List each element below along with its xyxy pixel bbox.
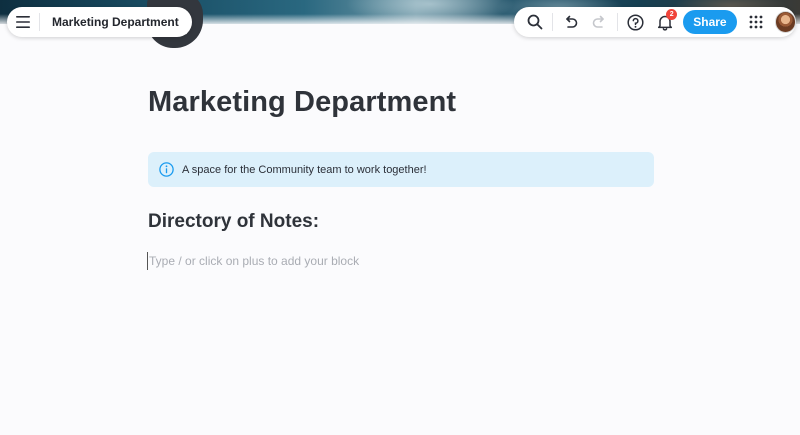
menu-icon <box>16 16 30 28</box>
apps-button[interactable] <box>742 7 771 37</box>
redo-icon <box>592 15 604 28</box>
avatar[interactable] <box>774 11 797 33</box>
block-input[interactable] <box>147 252 567 270</box>
callout[interactable]: A space for the Community team to work t… <box>148 152 654 187</box>
page: Marketing Department 2 Share Marketing D… <box>0 0 800 435</box>
divider <box>552 13 554 31</box>
divider <box>617 13 619 31</box>
help-button[interactable] <box>621 7 650 37</box>
callout-text: A space for the Community team to work t… <box>182 163 427 176</box>
undo-button[interactable] <box>556 7 585 37</box>
share-button[interactable]: Share <box>683 10 737 34</box>
section-heading[interactable]: Directory of Notes: <box>148 211 319 233</box>
menu-button[interactable] <box>7 7 39 37</box>
divider <box>39 13 40 31</box>
redo-button[interactable] <box>585 7 614 37</box>
info-icon <box>159 162 174 177</box>
breadcrumb: Marketing Department <box>7 7 192 37</box>
apps-grid-icon <box>749 15 763 29</box>
notifications-button[interactable]: 2 <box>650 7 679 37</box>
page-title[interactable]: Marketing Department <box>148 86 456 119</box>
breadcrumb-title[interactable]: Marketing Department <box>52 15 179 29</box>
search-icon <box>527 14 542 30</box>
notification-badge: 2 <box>666 9 678 20</box>
undo-icon <box>566 15 578 28</box>
help-icon <box>627 13 644 31</box>
search-button[interactable] <box>520 7 549 37</box>
toolbar: 2 Share <box>514 7 797 37</box>
